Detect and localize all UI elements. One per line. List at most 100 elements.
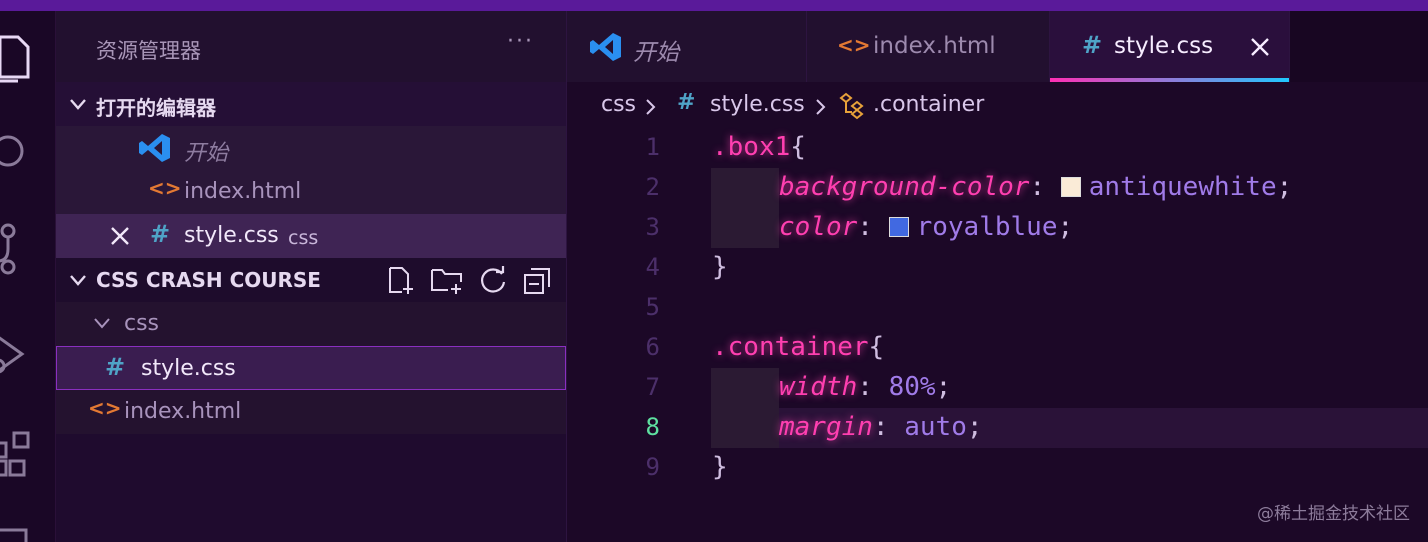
brace: } xyxy=(712,252,728,282)
tab-style-css[interactable]: # style.css xyxy=(1050,11,1290,82)
file-label: style.css xyxy=(141,356,236,381)
symbol-class-icon xyxy=(839,92,864,120)
value: royalblue xyxy=(916,212,1058,242)
code-line: 6 .container{ xyxy=(567,328,1428,368)
close-icon[interactable] xyxy=(1251,38,1269,56)
code-line: 5 xyxy=(567,288,1428,328)
close-icon[interactable] xyxy=(110,226,130,246)
folder-label: css xyxy=(124,311,160,336)
semicolon: ; xyxy=(1057,212,1074,242)
value: auto xyxy=(904,412,967,442)
run-debug-icon[interactable] xyxy=(0,316,55,376)
line-number: 3 xyxy=(645,213,660,241)
value: 80% xyxy=(888,372,936,402)
file-label: index.html xyxy=(124,399,242,424)
line-number: 9 xyxy=(645,453,660,481)
property: background-color xyxy=(779,172,1030,202)
property: color xyxy=(779,212,858,242)
brace: { xyxy=(790,132,806,162)
new-file-icon[interactable] xyxy=(386,266,416,296)
line-number: 1 xyxy=(645,133,660,161)
tab-label: index.html xyxy=(873,33,996,59)
code-line: 2 background-color: antiquewhite; xyxy=(567,168,1428,208)
file-index-html[interactable]: <> index.html xyxy=(56,390,566,434)
semicolon: ; xyxy=(966,412,983,442)
breadcrumb-file[interactable]: style.css xyxy=(710,92,805,117)
project-toolbar xyxy=(386,266,552,296)
project-section[interactable]: CSS CRASH COURSE xyxy=(56,258,566,302)
title-bar xyxy=(0,0,1428,11)
html-file-icon: <> xyxy=(837,33,871,57)
indent-guide xyxy=(711,208,779,248)
code-line: 9 } xyxy=(567,448,1428,488)
open-editor-item-welcome[interactable]: 开始 xyxy=(56,126,566,170)
sidebar-header: 资源管理器 ··· xyxy=(56,11,566,82)
open-editors-label: 打开的编辑器 xyxy=(96,96,216,120)
line-number: 6 xyxy=(645,333,660,361)
selector: .container xyxy=(712,332,869,362)
refresh-icon[interactable] xyxy=(478,266,508,296)
tab-label: 开始 xyxy=(633,40,679,66)
property: width xyxy=(779,372,858,402)
more-actions-icon[interactable]: ··· xyxy=(507,29,534,54)
extensions-icon[interactable] xyxy=(0,411,55,477)
code-line: 1 .box1{ xyxy=(567,128,1428,168)
tab-welcome[interactable]: 开始 xyxy=(567,11,807,82)
tab-index-html[interactable]: <> index.html xyxy=(807,11,1050,82)
chevron-down-icon xyxy=(94,318,110,329)
colon: : xyxy=(857,372,873,402)
indent-guide xyxy=(711,408,779,448)
code-line: 8 margin: auto; xyxy=(567,408,1428,448)
value: antiquewhite xyxy=(1088,172,1277,202)
explorer-icon[interactable] xyxy=(0,25,55,85)
sidebar-title: 资源管理器 xyxy=(96,39,201,63)
tab-label: style.css xyxy=(1114,33,1214,59)
file-style-css[interactable]: # style.css xyxy=(56,346,566,390)
accounts-icon[interactable] xyxy=(0,506,55,542)
brace: } xyxy=(712,452,728,482)
css-file-icon: # xyxy=(1082,31,1103,59)
watermark: @稀土掘金技术社区 xyxy=(1257,504,1410,524)
breadcrumb-folder[interactable]: css xyxy=(601,92,636,117)
open-editor-label: style.css xyxy=(184,223,279,248)
css-file-icon: # xyxy=(105,353,126,381)
vscode-logo-icon xyxy=(590,33,621,61)
collapse-all-icon[interactable] xyxy=(522,266,552,296)
breadcrumb-symbol[interactable]: .container xyxy=(873,92,984,117)
indent-guide xyxy=(711,368,779,408)
line-number: 2 xyxy=(645,173,660,201)
activity-bar xyxy=(0,11,56,542)
css-file-icon: # xyxy=(677,90,696,115)
open-editor-label: 开始 xyxy=(184,141,229,166)
open-editor-item-style-css[interactable]: # style.css css xyxy=(56,214,566,258)
line-number: 7 xyxy=(645,373,660,401)
breadcrumb: css # style.css .container xyxy=(567,82,1428,128)
colon: : xyxy=(857,212,873,242)
search-icon[interactable] xyxy=(0,121,55,181)
css-file-icon: # xyxy=(150,220,171,248)
property: margin xyxy=(779,412,873,442)
chevron-down-icon xyxy=(70,275,86,286)
brace: { xyxy=(868,332,885,362)
open-editors-section[interactable]: 打开的编辑器 xyxy=(56,82,566,126)
html-file-icon: <> xyxy=(88,396,122,420)
semicolon: ; xyxy=(935,372,952,402)
code-editor[interactable]: 1 .box1{ 2 background-color: antiquewhit… xyxy=(567,128,1428,542)
tab-bar: 开始 <> index.html # style.css xyxy=(567,11,1428,82)
line-number: 4 xyxy=(645,253,660,281)
chevron-right-icon xyxy=(816,99,826,115)
colon: : xyxy=(872,412,889,442)
folder-css[interactable]: css xyxy=(56,302,566,346)
color-swatch[interactable] xyxy=(888,217,909,237)
open-editor-label: index.html xyxy=(184,179,302,204)
line-number: 5 xyxy=(645,293,660,321)
line-number: 8 xyxy=(645,413,660,441)
new-folder-icon[interactable] xyxy=(430,266,464,296)
source-control-icon[interactable] xyxy=(0,211,55,275)
editor-area: 开始 <> index.html # style.css css # style… xyxy=(566,11,1428,542)
open-editor-folder: css xyxy=(288,227,319,249)
open-editor-item-index-html[interactable]: <> index.html xyxy=(56,170,566,214)
chevron-down-icon xyxy=(70,99,86,110)
colon: : xyxy=(1029,172,1046,202)
color-swatch[interactable] xyxy=(1060,177,1081,197)
